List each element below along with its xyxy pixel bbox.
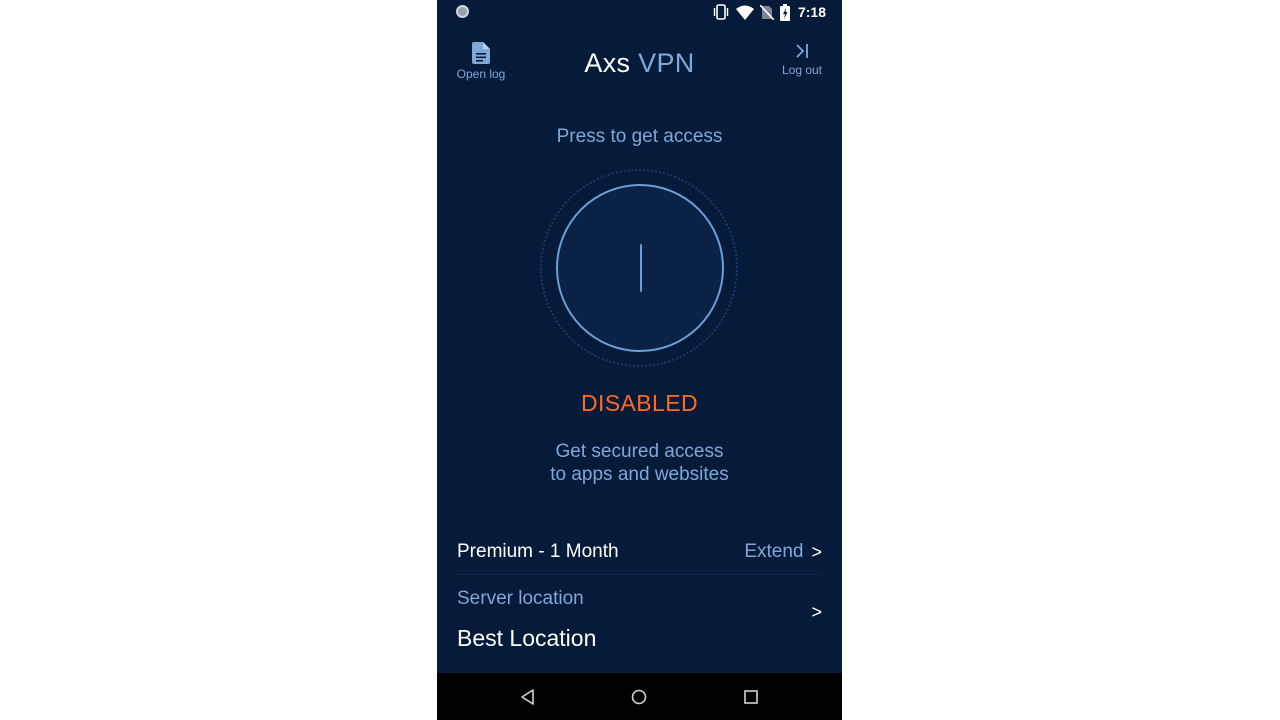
extend-button[interactable]: Extend > bbox=[744, 541, 822, 563]
connect-prompt: Press to get access bbox=[556, 126, 723, 147]
battery-icon bbox=[779, 3, 790, 21]
notification-dot-icon bbox=[456, 5, 469, 18]
chevron-right-icon: > bbox=[811, 602, 822, 622]
server-location-row[interactable]: Server location Best Location > bbox=[457, 584, 822, 660]
connection-status: DISABLED bbox=[581, 390, 698, 416]
power-icon bbox=[640, 244, 642, 292]
extend-label: Extend bbox=[744, 541, 804, 562]
no-sim-icon bbox=[759, 4, 774, 20]
app-header: Open log Axs VPN Log out bbox=[437, 36, 842, 92]
description-line-2: to apps and websites bbox=[550, 464, 729, 485]
logout-label: Log out bbox=[781, 63, 823, 77]
server-location-value: Best Location bbox=[457, 625, 597, 651]
back-button[interactable] bbox=[516, 685, 540, 709]
clock: 7:18 bbox=[797, 4, 826, 20]
app-screen: 7:18 Open log Axs VPN Log out Press to g… bbox=[437, 0, 842, 720]
recents-button[interactable] bbox=[739, 685, 763, 709]
status-bar: 7:18 bbox=[437, 0, 842, 24]
system-nav-bar bbox=[437, 673, 842, 720]
app-title-brand: Axs bbox=[584, 48, 631, 78]
plan-name: Premium - 1 Month bbox=[457, 541, 619, 562]
description-line-1: Get secured access bbox=[555, 441, 724, 462]
vibrate-icon bbox=[713, 4, 729, 20]
home-icon bbox=[631, 689, 647, 705]
app-title-product: VPN bbox=[638, 48, 695, 78]
chevron-right-icon: > bbox=[811, 541, 822, 562]
logout-button[interactable]: Log out bbox=[767, 42, 837, 77]
logout-icon bbox=[796, 44, 808, 58]
recents-icon bbox=[744, 690, 758, 704]
back-icon bbox=[521, 689, 534, 705]
divider bbox=[457, 574, 822, 575]
power-button[interactable] bbox=[556, 184, 724, 352]
status-icons: 7:18 bbox=[712, 3, 826, 21]
description: Get secured access to apps and websites bbox=[437, 440, 842, 486]
wifi-icon bbox=[735, 5, 754, 20]
plan-row: Premium - 1 Month Extend > bbox=[457, 532, 822, 572]
home-button[interactable] bbox=[627, 685, 651, 709]
server-location-label: Server location bbox=[457, 588, 584, 609]
power-control bbox=[540, 169, 740, 369]
